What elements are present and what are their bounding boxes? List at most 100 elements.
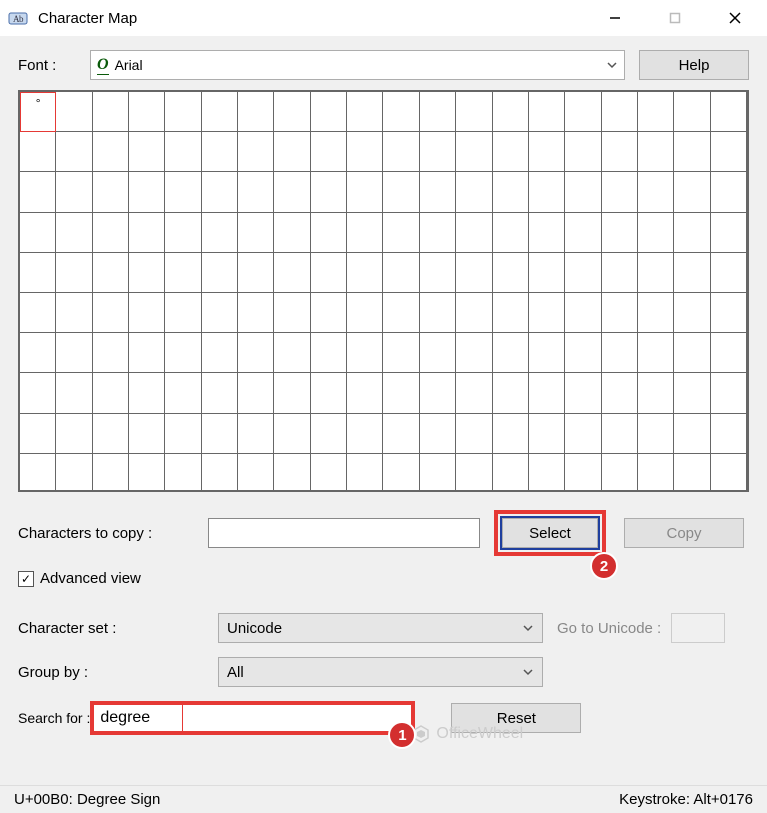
advanced-view-checkbox[interactable]	[18, 571, 34, 587]
grid-cell[interactable]	[311, 92, 347, 132]
grid-cell[interactable]	[347, 253, 383, 293]
grid-cell[interactable]	[165, 454, 201, 492]
grid-cell[interactable]	[383, 132, 419, 172]
help-button[interactable]: Help	[639, 50, 749, 80]
grid-cell[interactable]	[56, 132, 92, 172]
grid-cell[interactable]	[420, 253, 456, 293]
grid-cell[interactable]	[129, 373, 165, 413]
grid-cell[interactable]	[238, 172, 274, 212]
search-input[interactable]: degree	[90, 701, 415, 735]
grid-cell[interactable]	[20, 333, 56, 373]
grid-cell[interactable]	[311, 293, 347, 333]
grid-cell[interactable]	[238, 253, 274, 293]
grid-cell[interactable]	[711, 92, 747, 132]
grid-cell[interactable]	[238, 293, 274, 333]
grid-cell[interactable]	[56, 213, 92, 253]
grid-cell[interactable]	[311, 132, 347, 172]
grid-cell[interactable]	[565, 454, 601, 492]
grid-cell[interactable]	[602, 293, 638, 333]
grid-cell[interactable]	[529, 253, 565, 293]
grid-cell[interactable]	[383, 333, 419, 373]
grid-cell[interactable]	[129, 253, 165, 293]
grid-cell[interactable]	[311, 253, 347, 293]
grid-cell[interactable]	[420, 373, 456, 413]
grid-cell[interactable]	[383, 454, 419, 492]
grid-cell[interactable]	[20, 373, 56, 413]
grid-cell[interactable]	[93, 132, 129, 172]
grid-cell[interactable]	[347, 414, 383, 454]
grid-cell[interactable]	[165, 132, 201, 172]
grid-cell[interactable]	[274, 213, 310, 253]
grid-cell[interactable]	[56, 172, 92, 212]
select-button[interactable]: Select	[502, 518, 598, 548]
grid-cell[interactable]	[238, 373, 274, 413]
grid-cell[interactable]	[274, 333, 310, 373]
grid-cell[interactable]	[383, 293, 419, 333]
grid-cell[interactable]	[493, 293, 529, 333]
grid-cell[interactable]	[711, 293, 747, 333]
grid-cell[interactable]	[311, 333, 347, 373]
grid-cell[interactable]	[129, 333, 165, 373]
grid-cell[interactable]	[493, 414, 529, 454]
grid-cell[interactable]	[674, 293, 710, 333]
grid-cell[interactable]	[347, 333, 383, 373]
grid-cell[interactable]	[383, 172, 419, 212]
grid-cell[interactable]	[602, 373, 638, 413]
grid-cell[interactable]	[420, 132, 456, 172]
grid-cell[interactable]	[674, 92, 710, 132]
grid-cell[interactable]	[129, 132, 165, 172]
grid-cell[interactable]	[529, 333, 565, 373]
grid-cell[interactable]	[638, 172, 674, 212]
grid-cell[interactable]	[674, 414, 710, 454]
grid-cell[interactable]	[93, 253, 129, 293]
grid-cell[interactable]	[20, 414, 56, 454]
grid-cell[interactable]	[602, 333, 638, 373]
grid-cell[interactable]	[565, 414, 601, 454]
grid-cell[interactable]	[347, 132, 383, 172]
grid-cell[interactable]	[165, 92, 201, 132]
grid-cell[interactable]	[202, 172, 238, 212]
grid-cell[interactable]	[638, 213, 674, 253]
grid-cell[interactable]	[456, 454, 492, 492]
grid-cell[interactable]	[347, 213, 383, 253]
grid-cell[interactable]	[529, 172, 565, 212]
grid-cell[interactable]	[20, 253, 56, 293]
grid-cell[interactable]	[674, 454, 710, 492]
grid-cell[interactable]	[347, 172, 383, 212]
grid-cell[interactable]	[602, 414, 638, 454]
grid-cell[interactable]	[711, 414, 747, 454]
grid-cell[interactable]	[129, 293, 165, 333]
grid-cell[interactable]	[56, 92, 92, 132]
grid-cell[interactable]	[493, 333, 529, 373]
grid-cell[interactable]	[202, 454, 238, 492]
maximize-button[interactable]	[645, 1, 705, 35]
grid-cell[interactable]	[238, 333, 274, 373]
grid-cell[interactable]	[602, 213, 638, 253]
grid-cell[interactable]	[456, 373, 492, 413]
minimize-button[interactable]	[585, 1, 645, 35]
character-set-select[interactable]: Unicode	[218, 613, 543, 643]
copy-button[interactable]: Copy	[624, 518, 744, 548]
grid-cell[interactable]	[20, 132, 56, 172]
grid-cell[interactable]	[238, 454, 274, 492]
grid-cell[interactable]	[529, 293, 565, 333]
grid-cell[interactable]	[311, 373, 347, 413]
grid-cell[interactable]	[602, 172, 638, 212]
grid-cell[interactable]	[165, 253, 201, 293]
grid-cell[interactable]	[202, 414, 238, 454]
grid-cell[interactable]	[202, 373, 238, 413]
grid-cell[interactable]	[202, 293, 238, 333]
grid-cell[interactable]	[602, 253, 638, 293]
grid-cell[interactable]	[565, 293, 601, 333]
grid-cell[interactable]	[93, 373, 129, 413]
grid-cell[interactable]	[711, 454, 747, 492]
grid-cell[interactable]	[565, 333, 601, 373]
grid-cell[interactable]	[93, 333, 129, 373]
grid-cell[interactable]	[129, 213, 165, 253]
grid-cell[interactable]	[529, 373, 565, 413]
grid-cell[interactable]	[93, 213, 129, 253]
grid-cell[interactable]	[638, 454, 674, 492]
grid-cell[interactable]	[93, 414, 129, 454]
grid-cell[interactable]: °	[20, 92, 56, 132]
grid-cell[interactable]	[420, 293, 456, 333]
